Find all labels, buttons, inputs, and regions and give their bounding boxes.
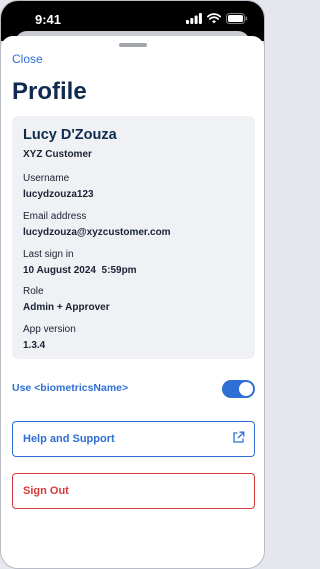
status-time: 9:41 bbox=[35, 12, 62, 27]
wifi-icon bbox=[207, 13, 221, 24]
profile-card: Lucy D'Zouza XYZ Customer Username lucyd… bbox=[12, 116, 255, 359]
username-value: lucydzouza123 bbox=[23, 189, 94, 200]
close-button[interactable]: Close bbox=[12, 52, 43, 66]
role-label: Role bbox=[23, 286, 44, 297]
help-and-support-button[interactable]: Help and Support bbox=[12, 421, 255, 457]
biometrics-toggle[interactable] bbox=[222, 380, 255, 398]
email-value: lucydzouza@xyzcustomer.com bbox=[23, 227, 171, 238]
profile-sheet: Close Profile Lucy D'Zouza XYZ Customer … bbox=[1, 36, 264, 568]
username-label: Username bbox=[23, 173, 70, 184]
help-button-label: Help and Support bbox=[23, 433, 115, 445]
page-title: Profile bbox=[12, 78, 87, 105]
status-icons bbox=[186, 13, 248, 24]
last-sign-in-value: 10 August 2024 5:59pm bbox=[23, 265, 137, 276]
sign-out-label: Sign Out bbox=[23, 485, 69, 497]
sign-out-button[interactable]: Sign Out bbox=[12, 473, 255, 509]
sheet-grabber[interactable] bbox=[119, 43, 147, 47]
last-sign-in-label: Last sign in bbox=[23, 249, 74, 260]
role-value: Admin + Approver bbox=[23, 302, 110, 313]
battery-icon bbox=[226, 13, 248, 24]
signal-icon bbox=[186, 13, 202, 24]
phone-frame: 9:41 Close Profile Lucy D'Zouza XYZ Cust… bbox=[0, 0, 265, 569]
email-label: Email address bbox=[23, 211, 87, 222]
profile-customer: XYZ Customer bbox=[23, 149, 92, 160]
biometrics-label: Use <biometricsName> bbox=[12, 382, 129, 394]
app-version-value: 1.3.4 bbox=[23, 340, 46, 351]
external-link-icon bbox=[233, 431, 245, 443]
toggle-knob bbox=[239, 382, 253, 396]
profile-name: Lucy D'Zouza bbox=[23, 127, 117, 143]
app-version-label: App version bbox=[23, 324, 76, 335]
